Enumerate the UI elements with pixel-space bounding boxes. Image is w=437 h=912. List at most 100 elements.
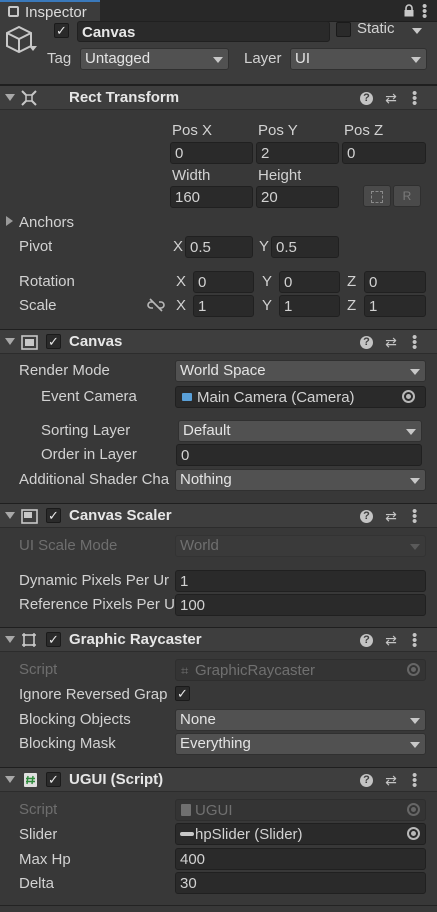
blocking-mask-value: Everything <box>180 735 251 752</box>
graphic-raycaster-icon <box>20 631 38 649</box>
delta-field[interactable]: 30 <box>175 872 426 894</box>
canvas-scaler-icon <box>20 507 38 525</box>
pos-x-field[interactable]: 0 <box>170 142 253 164</box>
rotation-z-field[interactable]: 0 <box>364 271 426 293</box>
unlink-icon[interactable] <box>147 298 165 316</box>
order-in-layer-field[interactable]: 0 <box>176 444 422 466</box>
slider-icon <box>180 832 194 836</box>
rect-transform-icon <box>20 89 38 107</box>
pos-z-field[interactable]: 0 <box>342 142 426 164</box>
bottom-divider <box>0 905 437 906</box>
blueprint-mode-button[interactable] <box>363 185 391 207</box>
raycaster-script-value: GraphicRaycaster <box>195 662 316 679</box>
canvas-scaler-header[interactable]: ✓ Canvas Scaler ? ⇄ • • • <box>0 503 437 529</box>
chevron-down-icon[interactable] <box>29 46 37 51</box>
graphic-raycaster-header[interactable]: ✓ Graphic Raycaster ? ⇄ • • • <box>0 627 437 653</box>
kebab-menu-icon[interactable]: • • • <box>412 628 417 653</box>
foldout-arrow-icon[interactable] <box>5 512 15 519</box>
static-label: Static <box>357 20 395 37</box>
event-camera-field[interactable]: Main Camera (Camera) <box>175 386 426 408</box>
kebab-menu-icon[interactable]: • • • <box>412 86 417 111</box>
csharp-script-icon <box>21 771 39 789</box>
kebab-menu-icon[interactable]: • • • <box>412 330 417 355</box>
canvas-header[interactable]: ✓ Canvas ? ⇄ • • • <box>0 329 437 355</box>
gameobject-active-checkbox[interactable]: ✓ <box>54 23 69 38</box>
scale-y-field[interactable]: 1 <box>279 295 340 317</box>
sliders-icon[interactable]: ⇄ <box>382 631 400 649</box>
rotation-y-field[interactable]: 0 <box>279 271 340 293</box>
gameobject-name-field[interactable]: Canvas <box>77 21 330 42</box>
height-field[interactable]: 20 <box>256 186 339 208</box>
chevron-down-icon <box>410 742 420 748</box>
anchors-foldout-icon[interactable] <box>6 216 13 226</box>
slider-label: Slider <box>19 826 58 843</box>
rect-transform-title: Rect Transform <box>69 89 180 106</box>
tag-dropdown[interactable]: Untagged <box>80 48 229 70</box>
reference-ppu-field[interactable]: 100 <box>175 594 426 616</box>
dynamic-ppu-field[interactable]: 1 <box>175 570 426 592</box>
rotation-x-field[interactable]: 0 <box>193 271 254 293</box>
sliders-icon[interactable]: ⇄ <box>382 333 400 351</box>
blocking-objects-dropdown[interactable]: None <box>175 709 426 731</box>
max-hp-field[interactable]: 400 <box>175 848 426 870</box>
sliders-icon[interactable]: ⇄ <box>382 507 400 525</box>
blocking-mask-dropdown[interactable]: Everything <box>175 733 426 755</box>
help-icon[interactable]: ? <box>360 92 373 105</box>
blueprint-icon <box>371 190 383 203</box>
static-dropdown-chevron[interactable] <box>412 28 422 34</box>
kebab-menu-icon[interactable]: • • • <box>412 504 417 529</box>
event-camera-label: Event Camera <box>41 388 137 405</box>
pivot-x-field[interactable]: 0.5 <box>185 236 253 258</box>
blocking-objects-value: None <box>180 711 216 728</box>
render-mode-dropdown[interactable]: World Space <box>175 360 426 382</box>
kebab-menu-icon[interactable]: • • • <box>412 768 417 793</box>
slider-field[interactable]: hpSlider (Slider) <box>175 823 426 845</box>
canvas-scaler-enabled-checkbox[interactable]: ✓ <box>46 508 61 523</box>
pivot-y-field[interactable]: 0.5 <box>271 236 339 258</box>
canvas-enabled-checkbox[interactable]: ✓ <box>46 334 61 349</box>
scale-z-field[interactable]: 1 <box>364 295 426 317</box>
shader-channels-dropdown[interactable]: Nothing <box>175 469 426 491</box>
canvas-scaler-title: Canvas Scaler <box>69 507 172 524</box>
foldout-arrow-icon[interactable] <box>5 776 15 783</box>
width-field[interactable]: 160 <box>170 186 253 208</box>
pos-y-label: Pos Y <box>258 122 298 139</box>
sliders-icon[interactable]: ⇄ <box>382 89 400 107</box>
help-icon[interactable]: ? <box>360 774 373 787</box>
ignore-reversed-checkbox[interactable]: ✓ <box>175 686 190 701</box>
chevron-down-icon <box>406 429 416 435</box>
cube-icon[interactable] <box>4 24 34 58</box>
ugui-script-header[interactable]: ✓ UGUI (Script) ? ⇄ • • • <box>0 767 437 793</box>
help-icon[interactable]: ? <box>360 336 373 349</box>
sorting-layer-dropdown[interactable]: Default <box>178 420 422 442</box>
anchors-label[interactable]: Anchors <box>19 214 74 231</box>
chevron-down-icon <box>411 57 421 63</box>
foldout-arrow-icon[interactable] <box>5 94 15 101</box>
tab-inspector[interactable]: Inspector <box>0 0 100 22</box>
static-checkbox[interactable] <box>336 22 351 37</box>
scale-x-axis-label: X <box>176 297 187 314</box>
graphic-raycaster-enabled-checkbox[interactable]: ✓ <box>46 632 61 647</box>
rect-transform-header[interactable]: Rect Transform ? ⇄ • • • <box>0 85 437 111</box>
foldout-arrow-icon[interactable] <box>5 636 15 643</box>
pos-y-field[interactable]: 2 <box>256 142 339 164</box>
object-picker-icon[interactable] <box>402 390 415 403</box>
ugui-enabled-checkbox[interactable]: ✓ <box>46 772 61 787</box>
help-icon[interactable]: ? <box>360 510 373 523</box>
kebab-menu-icon[interactable]: • • • <box>422 0 427 24</box>
layer-label: Layer <box>244 50 282 67</box>
foldout-arrow-icon[interactable] <box>5 338 15 345</box>
tab-title: Inspector <box>25 4 87 21</box>
canvas-component-icon <box>20 333 38 351</box>
raw-edit-button[interactable]: R <box>393 185 421 207</box>
lock-icon[interactable] <box>403 4 415 17</box>
window-tabbar: Inspector • • • <box>0 0 437 24</box>
object-picker-icon[interactable] <box>407 827 420 840</box>
help-icon[interactable]: ? <box>360 634 373 647</box>
sliders-icon[interactable]: ⇄ <box>382 771 400 789</box>
layer-dropdown[interactable]: UI <box>290 48 427 70</box>
ignore-reversed-label: Ignore Reversed Grap <box>19 686 168 703</box>
scale-x-field[interactable]: 1 <box>193 295 254 317</box>
scale-y-axis-label: Y <box>262 297 273 314</box>
blocking-objects-label: Blocking Objects <box>19 711 131 728</box>
